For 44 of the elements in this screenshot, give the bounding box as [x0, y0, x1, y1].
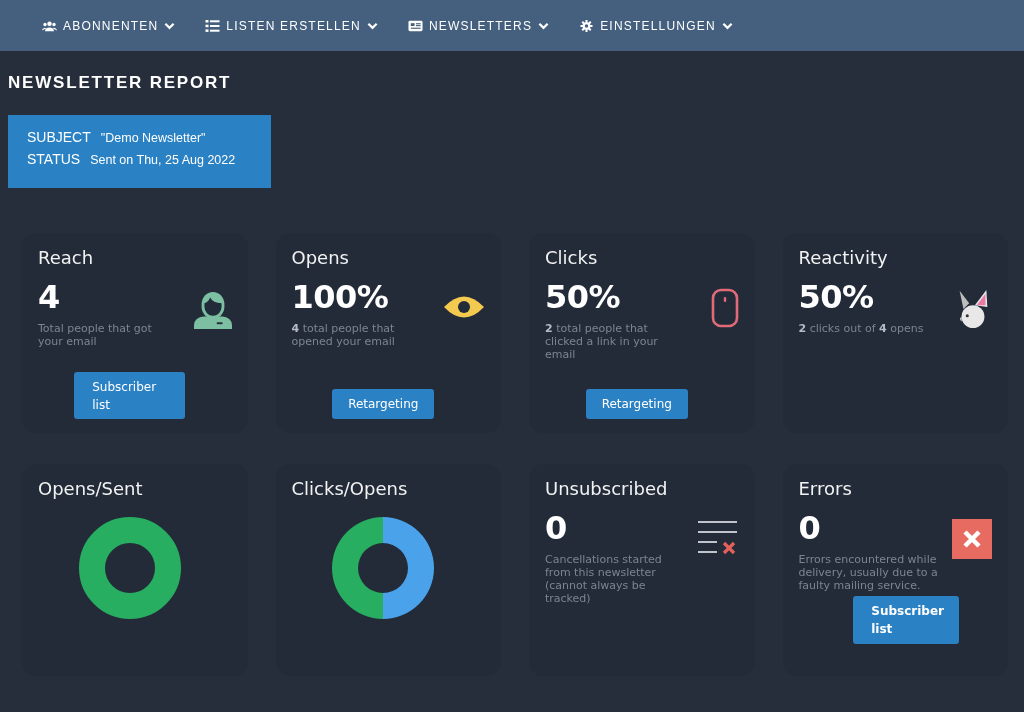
- info-value: "Demo Newsletter": [100, 131, 206, 145]
- card-title: Reach: [38, 247, 95, 268]
- nav-menu-item[interactable]: LISTEN ERSTELLEN: [205, 18, 378, 33]
- stat-value: 0: [798, 509, 822, 547]
- stat-value: 4: [38, 278, 61, 316]
- card-title: Clicks/Opens: [291, 478, 409, 499]
- stat-description: Cancellations started from this newsletter (cannot always be tracked): [545, 553, 663, 605]
- eye-icon: [443, 294, 485, 320]
- stat-value: 100%: [291, 278, 390, 316]
- card-title: Unsubscribed: [545, 478, 669, 499]
- stat-description: 2 total people that clicked a link in your email: [545, 322, 659, 361]
- info-value: Sent on Thu, 25 Aug 2022: [90, 153, 236, 167]
- card-title: Opens/Sent: [38, 478, 144, 499]
- card-action-button[interactable]: Subscriber list: [853, 596, 960, 644]
- chevron-down-icon: [164, 21, 176, 30]
- stat-description: Total people that got your email: [38, 322, 153, 348]
- chevron-down-icon: [538, 21, 550, 30]
- error-icon: [952, 519, 992, 559]
- list-icon: [205, 19, 221, 32]
- nav-menu-item[interactable]: EINSTELLUNGEN: [579, 18, 733, 33]
- nav-menu-item[interactable]: NEWSLETTERS: [407, 18, 550, 33]
- stat-value: 50%: [545, 278, 622, 316]
- card-title: Errors: [798, 478, 853, 499]
- info-label: STATUS: [27, 151, 81, 167]
- chevron-down-icon: [721, 21, 733, 30]
- stat-value: 50%: [798, 278, 875, 316]
- computer-mouse-icon: [710, 288, 739, 328]
- stat-description: Errors encountered while delivery, usually due to a faulty mailing service.: [798, 553, 939, 592]
- page-title: NEWSLETTER REPORT: [8, 73, 233, 93]
- settings-icon: [579, 19, 595, 32]
- card-title: Reactivity: [798, 247, 889, 268]
- stat-description: 4 total people that opened your email: [291, 322, 396, 348]
- card-action-button[interactable]: Retargeting: [332, 389, 435, 419]
- chevron-down-icon: [366, 21, 378, 30]
- stat-description: 2 clicks out of 4 opens: [798, 322, 925, 335]
- card-title: Clicks: [545, 247, 599, 268]
- info-label: SUBJECT: [27, 129, 91, 145]
- users-icon: [42, 19, 57, 32]
- card-action-button[interactable]: Subscriber list: [74, 372, 186, 419]
- newspaper-icon: [407, 19, 423, 32]
- card-title: Opens: [291, 247, 350, 268]
- nav-menu-item[interactable]: ABONNENTEN: [42, 18, 176, 33]
- stat-value: 0: [545, 509, 568, 547]
- card-action-button[interactable]: Retargeting: [585, 389, 688, 419]
